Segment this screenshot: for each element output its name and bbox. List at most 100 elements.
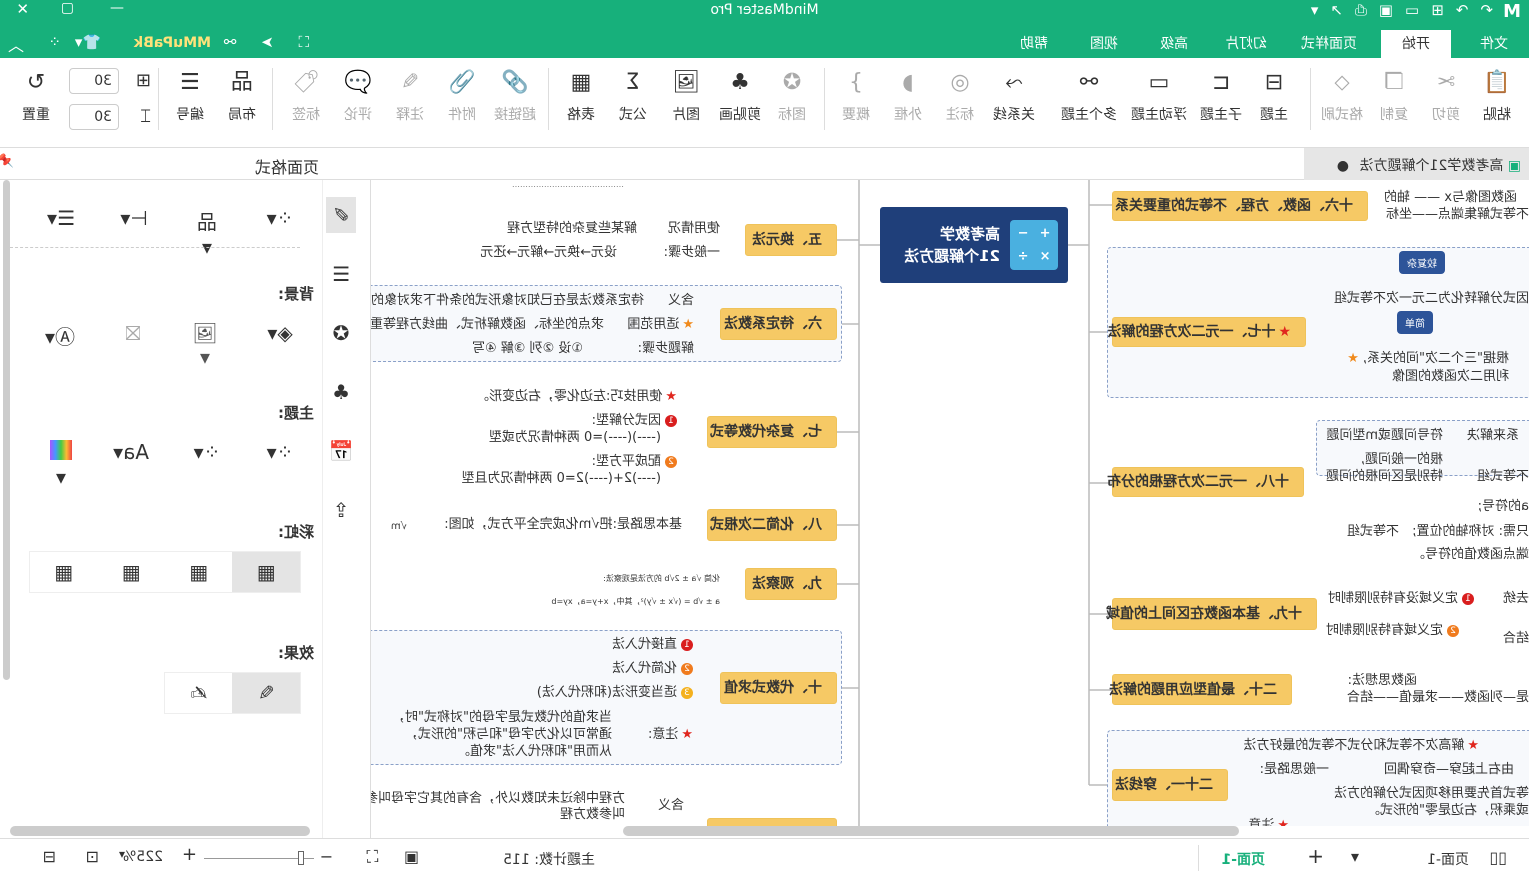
subtopic[interactable]: 3适当变形法(和积代入法): [537, 684, 693, 701]
subtopic[interactable]: 结合: [1503, 630, 1529, 647]
skin-icon[interactable]: 👕▾: [75, 33, 101, 51]
callout-simple[interactable]: 简单: [1397, 311, 1433, 334]
tab-help[interactable]: 帮助: [999, 30, 1069, 58]
rainbow-option-1[interactable]: ▦: [232, 552, 300, 592]
color-palette-icon[interactable]: ▾: [46, 440, 76, 489]
subtopic[interactable]: 含义: [658, 797, 684, 814]
attachment-button[interactable]: 📎 附件: [436, 68, 488, 124]
formula-image[interactable]: a ± √b = (√x ± √y)²，其中，x+y=a，xy=b: [551, 593, 720, 610]
mindmap-canvas[interactable]: ⋯⋯⋯⋯⋯⋯⋯⋯⋯⋯⋯⋯⋯⋯ + − × ÷ 高考数学 21个解题方法 五、换元法 使…: [371, 180, 1529, 826]
canvas-horizontal-scrollbar[interactable]: [623, 826, 1239, 836]
subtopic[interactable]: ★注意:: [648, 726, 693, 743]
subtopic[interactable]: 不等式解集端点——坐标: [1386, 206, 1529, 223]
close-button[interactable]: ✕: [16, 0, 29, 18]
topic-10[interactable]: 十、代数式求值: [720, 672, 837, 704]
text-watermark-icon[interactable]: Ⓐ▾: [45, 321, 75, 350]
theme-layout-icon[interactable]: ⁘▾: [192, 440, 222, 464]
subtopic[interactable]: 设元→换元→解元→还元: [480, 244, 617, 261]
subtopic[interactable]: 2化简代入法: [612, 660, 693, 677]
user-name[interactable]: MMuPaBk: [134, 35, 211, 51]
topic-6[interactable]: 六、待定系数法: [720, 308, 837, 340]
subtopic[interactable]: 因式分解转化为二元一次不等式组: [1334, 290, 1529, 307]
rainbow-option-3[interactable]: ▦: [98, 552, 166, 592]
topic-16[interactable]: 十六、函数、方程、不等式的重要关系: [1112, 191, 1368, 221]
icon-button[interactable]: ✪ 图标: [766, 68, 818, 124]
subtopic[interactable]: 一般步骤:: [664, 244, 720, 261]
style-brush-icon[interactable]: ✐: [326, 197, 356, 233]
active-page-tab[interactable]: 页面-1: [1221, 849, 1265, 869]
subtopic[interactable]: 1直接代入法: [612, 636, 693, 653]
multiple-topics-button[interactable]: ⚯ 多个主题: [1057, 68, 1121, 124]
collapse-panel-icon[interactable]: ⊟: [43, 847, 56, 866]
task-calendar-icon[interactable]: 📅: [326, 439, 356, 463]
numbering-button[interactable]: ☰ 编号: [164, 68, 216, 124]
tab-advanced[interactable]: 高级: [1139, 30, 1209, 58]
topic-20[interactable]: 二十、最值型应用题的解法: [1109, 674, 1292, 705]
zoom-in-button[interactable]: +: [182, 844, 197, 865]
comment-button[interactable]: 💬 评论: [332, 68, 384, 124]
subtopic[interactable]: 解题步骤:: [638, 340, 694, 357]
topic-7[interactable]: 七、复杂代数等式: [707, 416, 837, 448]
boundary-button[interactable]: ◗ 外框: [882, 68, 934, 124]
apps-icon[interactable]: ⁘: [48, 33, 61, 51]
zoom-out-button[interactable]: −: [320, 847, 333, 866]
subtopic[interactable]: ★注意: [1248, 817, 1289, 826]
panel-horizontal-scrollbar[interactable]: [10, 826, 310, 836]
subtopic[interactable]: 函数图像与x —— 轴的: [1384, 189, 1517, 206]
subtopic[interactable]: ★适用范围: [627, 316, 694, 333]
summary-button[interactable]: } 概要: [830, 68, 882, 124]
zoom-slider-handle[interactable]: [298, 851, 304, 865]
floating-topic-button[interactable]: ▭ 浮动主题: [1127, 68, 1191, 124]
topic-17[interactable]: ★十七、一元二次方程的解法: [1107, 317, 1306, 347]
subtopic[interactable]: ★解高次不等式和分式不等式的最好方法: [1243, 737, 1479, 754]
paste-button[interactable]: 📋 粘贴: [1471, 68, 1523, 124]
topic-button[interactable]: ⊟ 主题: [1248, 68, 1300, 124]
subtopic[interactable]: a的符号;: [1478, 498, 1529, 515]
zoom-dropdown-icon[interactable]: ▾: [119, 847, 125, 861]
toolbar-right-icons[interactable]: ⛶ ➤ ⚯: [214, 33, 309, 51]
subtopic[interactable]: 含义: [668, 292, 694, 309]
background-image-icon[interactable]: 🖼▾: [190, 321, 220, 369]
watermark-icon[interactable]: ⛝: [118, 321, 148, 345]
layout-button[interactable]: 品布局: [216, 68, 268, 124]
tab-file[interactable]: 文件: [1459, 30, 1529, 58]
topic-5[interactable]: 五、换元法: [745, 224, 837, 256]
maximize-button[interactable]: ▢: [61, 0, 74, 16]
tab-view[interactable]: 视图: [1069, 30, 1139, 58]
minimize-button[interactable]: —: [110, 0, 124, 16]
subtopic[interactable]: 基本思路是:把√m化成完全平方式，如图:: [444, 516, 682, 533]
add-page-icon[interactable]: +: [1307, 844, 1324, 868]
panel-scrollbar[interactable]: [3, 180, 10, 680]
subtopic[interactable]: 不等式组: [1347, 523, 1399, 540]
quick-access-icons[interactable]: ↶↷⊞▭▣⎙↗▾: [1299, 1, 1493, 19]
subtopic[interactable]: ①设 ②列 ③解 ④写: [472, 340, 583, 357]
numbering-style-icon[interactable]: ☰▾: [46, 206, 76, 230]
pin-icon[interactable]: 📌: [0, 154, 14, 169]
subtopic[interactable]: 1因式分解型: (----)(----)=0 两种情况为或型: [489, 412, 677, 446]
topic-8[interactable]: 八、化简二次根式: [707, 509, 837, 541]
tab-page-style[interactable]: 页面样式: [1289, 30, 1369, 58]
callout-complex[interactable]: 较复杂: [1399, 251, 1445, 274]
page-tab[interactable]: 页面-1: [1427, 849, 1469, 869]
topic-19[interactable]: 十九、基本函数在区间上的值域: [1106, 598, 1317, 630]
subtopic[interactable]: 去统: [1503, 590, 1529, 607]
relationship-button[interactable]: ⤳ 关系线: [988, 68, 1040, 124]
subtopic[interactable]: 一般思路是:: [1260, 761, 1329, 778]
cut-button[interactable]: ✂ 剪切: [1420, 68, 1472, 124]
formula-image[interactable]: 化简 √a ± 2√b 的方法是观察法:: [603, 570, 720, 587]
hand-drawn-icon[interactable]: ✍: [165, 673, 233, 713]
format-painter-button[interactable]: ⬦ 格式刷: [1316, 68, 1368, 124]
table-button[interactable]: ▦ 表格: [555, 68, 607, 124]
document-tab[interactable]: ▣ 高考数学21个解题方法 ●: [1304, 148, 1529, 180]
clipart-button[interactable]: ♣ 剪贴画: [714, 68, 766, 124]
subtopic[interactable]: 根的一般问题, 特别是区间根的问题: [1326, 451, 1443, 485]
subtopic[interactable]: 1定义域没有特别限制时: [1328, 590, 1474, 607]
picture-button[interactable]: 🖼 图片: [660, 68, 712, 124]
subtopic[interactable]: ★使用技巧:左边化零，右边变形。: [476, 388, 677, 405]
highlighter-icon[interactable]: ✎: [232, 673, 300, 713]
rainbow-option-2[interactable]: ▦: [165, 552, 233, 592]
hyperlink-button[interactable]: 🔗 超链接: [486, 68, 544, 124]
zoom-level[interactable]: 225%: [123, 849, 163, 865]
layout-tree-icon[interactable]: 品▾: [192, 206, 222, 259]
subtopic[interactable]: 求点的坐标、函数解析式、曲线方程等重: [371, 316, 604, 333]
